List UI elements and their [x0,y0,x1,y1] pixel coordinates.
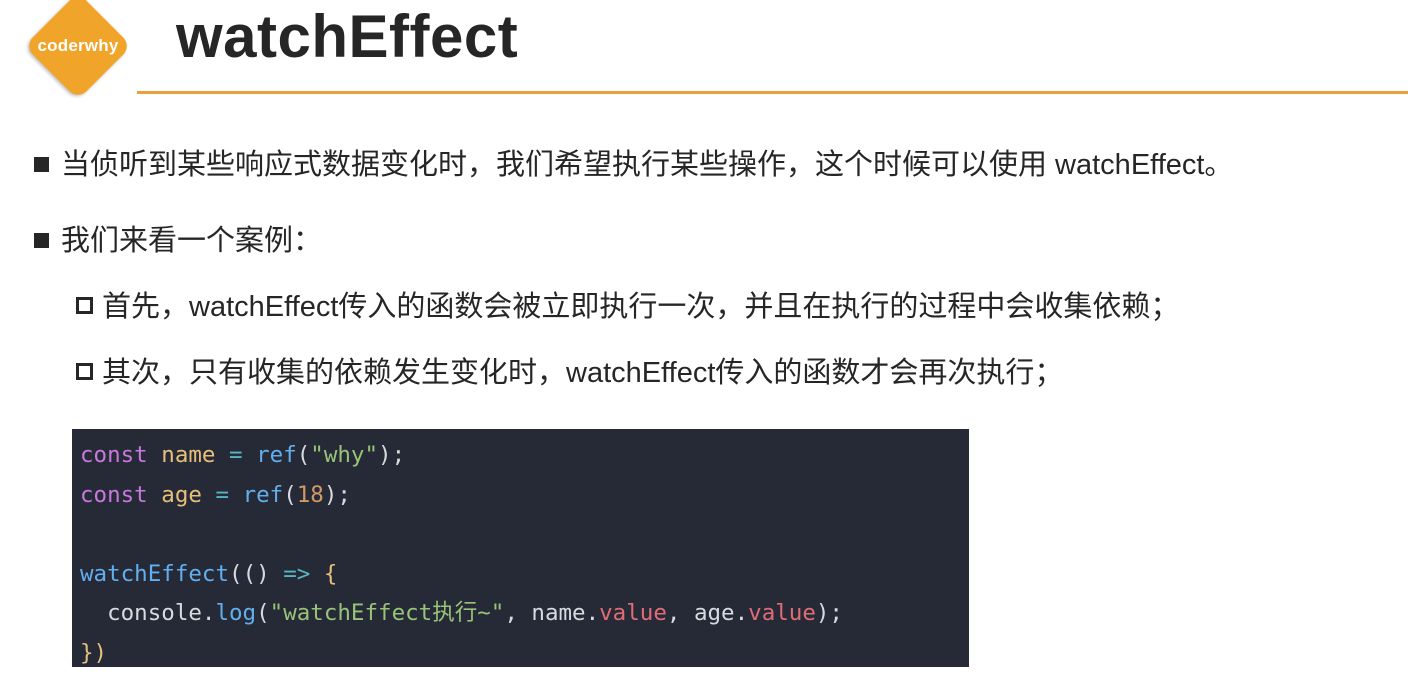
sub-bullet-item-1: 首先，watchEffect传入的函数会被立即执行一次，并且在执行的过程中会收集… [76,288,1179,326]
code-line: }) [80,634,969,674]
code-string: "watchEffect执行~" [269,600,505,626]
code-property: value [599,600,667,626]
code-function: ref [256,442,297,468]
code-keyword: const [80,481,148,508]
filled-square-bullet-icon [34,157,49,172]
coderwhy-logo: coderwhy [24,0,132,100]
bullet-text: 我们来看一个案例： [61,225,323,257]
code-line: const age = ref(18); [80,481,351,508]
code-operator: = [229,442,243,468]
code-string: "why" [310,442,379,468]
logo-text: coderwhy [37,36,119,55]
code-block: const name = ref("why"); const age = ref… [72,429,969,667]
code-line: console.log("watchEffect执行~", name.value… [80,600,843,626]
code-function: log [215,600,257,626]
hollow-square-bullet-icon [76,297,93,314]
sub-bullet-item-2: 其次，只有收集的依赖发生变化时，watchEffect传入的函数才会再次执行； [76,354,1063,392]
code-function: watchEffect [80,560,230,587]
bullet-item-2: 我们来看一个案例： [34,222,322,260]
hollow-square-bullet-icon [76,363,93,380]
code-operator: = [215,481,230,508]
code-keyword: const [80,442,148,468]
code-brace: }) [80,639,108,666]
code-line: const name = ref("why"); [80,442,406,468]
title-underline [137,91,1408,94]
code-number: 18 [296,481,324,508]
code-line: watchEffect(() => { [80,560,338,587]
sub-bullet-text: 其次，只有收集的依赖发生变化时，watchEffect传入的函数才会再次执行； [102,357,1064,389]
code-property: value [748,600,816,626]
code-brace: { [323,560,338,587]
code-operator: => [283,560,311,587]
slide-title: watchEffect [176,3,519,70]
bullet-item-1: 当侦听到某些响应式数据变化时，我们希望执行某些操作，这个时候可以使用 watch… [34,146,1233,184]
bullet-text: 当侦听到某些响应式数据变化时，我们希望执行某些操作，这个时候可以使用 watch… [61,149,1234,181]
code-variable: name [161,442,216,468]
sub-bullet-text: 首先，watchEffect传入的函数会被立即执行一次，并且在执行的过程中会收集… [102,291,1180,323]
filled-square-bullet-icon [34,233,49,248]
code-variable: age [161,481,202,508]
code-function: ref [242,481,284,508]
